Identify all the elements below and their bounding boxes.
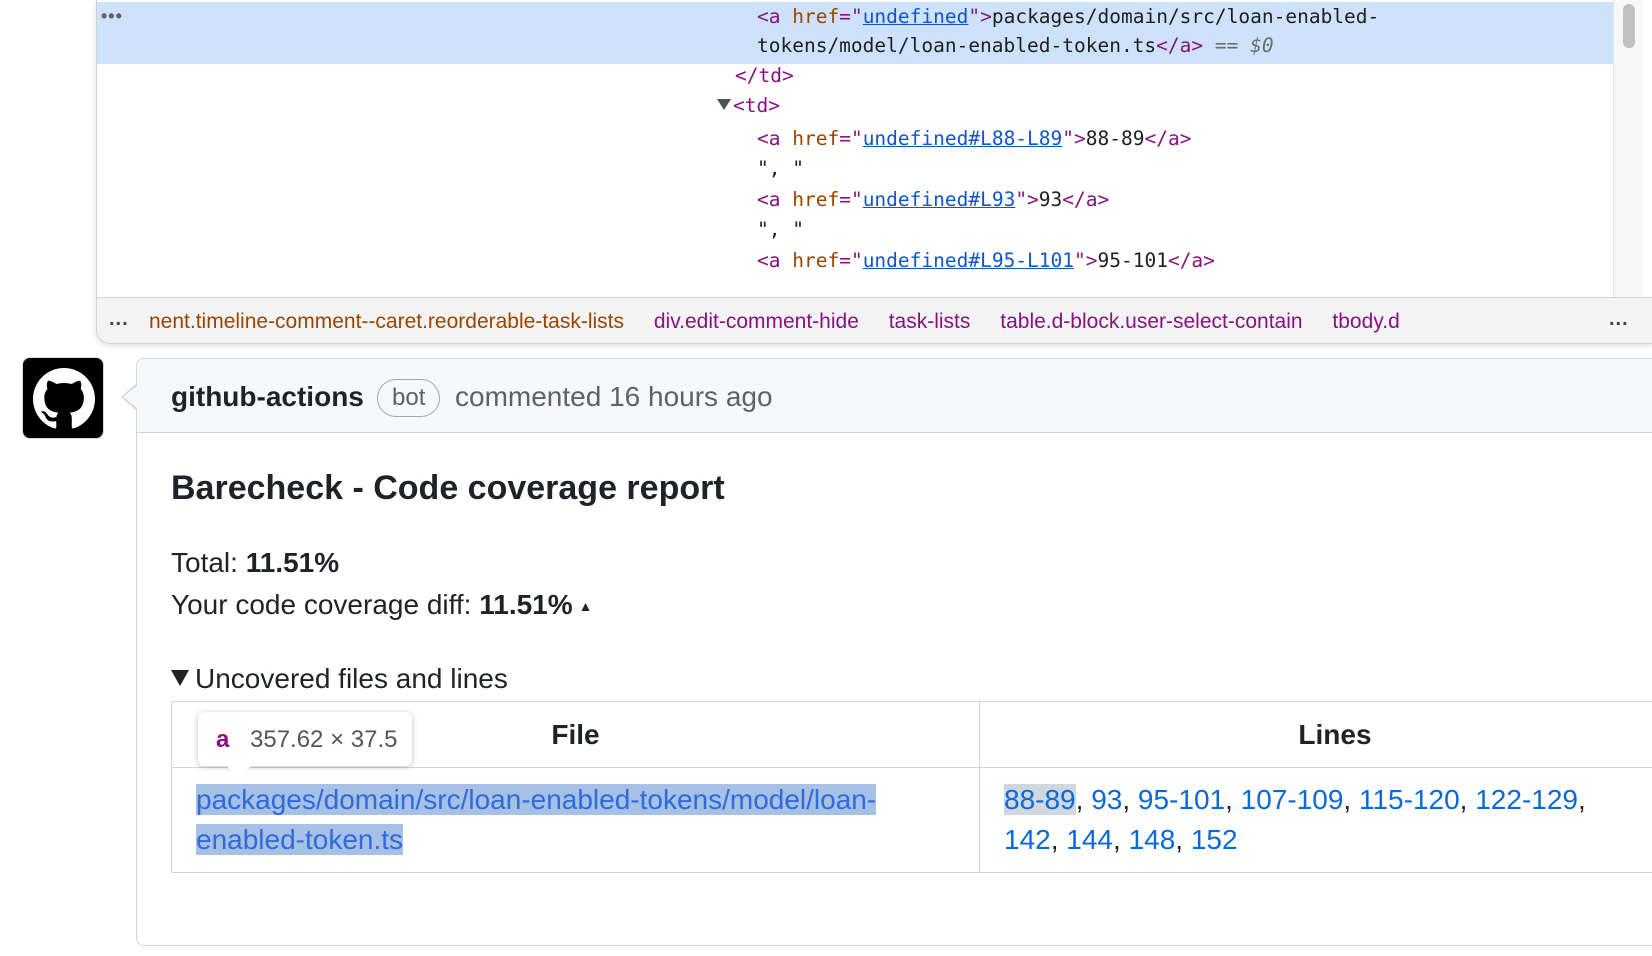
dom-line-td-open[interactable]: <td> — [717, 91, 780, 121]
line-link[interactable]: 152 — [1191, 824, 1238, 855]
line-link[interactable]: 115-120 — [1359, 784, 1460, 815]
dom-tree-scrollbar[interactable] — [1613, 0, 1643, 297]
comment-caret-fill — [123, 385, 138, 409]
comment-header: github-actions bot commented 16 hours ag… — [137, 359, 1652, 433]
dom-line-anchor-open[interactable]: <a href="undefined">packages/domain/src/… — [757, 2, 1379, 32]
devtools-panel: ••• <a href="undefined">packages/domain/… — [96, 0, 1652, 344]
breadcrumb-item[interactable]: div.edit-comment-hide — [654, 310, 859, 333]
file-cell: packages/domain/src/loan-enabled-tokens/… — [171, 767, 980, 873]
breadcrumb-item[interactable]: task-lists — [889, 310, 971, 333]
file-link[interactable]: packages/domain/src/loan-enabled-tokens/… — [196, 784, 877, 855]
dom-line-anchor-close[interactable]: tokens/model/loan-enabled-token.ts</a> =… — [757, 31, 1274, 61]
table-row: packages/domain/src/loan-enabled-tokens/… — [171, 767, 1652, 873]
breadcrumb-scroll-right[interactable]: ... — [1609, 308, 1629, 331]
total-coverage: Total: 11.51% — [171, 547, 340, 578]
dom-line-td-close[interactable]: </td> — [735, 61, 794, 91]
tooltip-tag-name: a — [216, 726, 230, 753]
inspect-element-tooltip: a 357.62 × 37.5 — [198, 712, 412, 778]
line-link[interactable]: 88-89 — [1004, 784, 1076, 815]
line-link[interactable]: 144 — [1066, 824, 1113, 855]
dom-line-anchor-1[interactable]: <a href="undefined#L88-L89">88-89</a> — [757, 124, 1191, 154]
line-link[interactable]: 142 — [1004, 824, 1051, 855]
dom-href-link[interactable]: undefined — [863, 5, 969, 28]
lines-cell: 88-89, 93, 95-101, 107-109, 115-120, 122… — [979, 767, 1652, 873]
comment-timestamp[interactable]: commented 16 hours ago — [455, 381, 773, 413]
dom-line-anchor-3[interactable]: <a href="undefined#L95-L101">95-101</a> — [757, 246, 1215, 276]
uncovered-details-toggle[interactable]: Uncovered files and lines — [171, 663, 508, 695]
line-link[interactable]: 148 — [1129, 824, 1176, 855]
line-link[interactable]: 107-109 — [1241, 784, 1344, 815]
bot-badge: bot — [377, 379, 441, 417]
comment-box: github-actions bot commented 16 hours ag… — [121, 358, 1652, 946]
line-link[interactable]: 95-101 — [1138, 784, 1225, 815]
dom-line-text-2[interactable]: ", " — [757, 215, 804, 245]
line-link[interactable]: 122-129 — [1475, 784, 1578, 815]
report-title: Barecheck - Code coverage report — [171, 469, 725, 507]
breadcrumb-scroll-left[interactable]: ... — [109, 308, 129, 331]
arrow-up-icon: ▲ — [578, 598, 593, 614]
dom-tree[interactable]: ••• <a href="undefined">packages/domain/… — [97, 0, 1613, 297]
github-logo-icon — [33, 368, 95, 429]
disclosure-triangle-icon — [171, 670, 189, 686]
dom-breadcrumbs: ... nent.timeline-comment--caret.reorder… — [97, 297, 1652, 343]
line-link[interactable]: 93 — [1091, 784, 1122, 815]
dom-line-anchor-2[interactable]: <a href="undefined#L93">93</a> — [757, 185, 1109, 215]
tooltip-dimensions: 357.62 × 37.5 — [250, 726, 398, 753]
breadcrumb-item[interactable]: nent.timeline-comment--caret.reorderable… — [149, 310, 624, 333]
table-header-lines: Lines — [979, 701, 1652, 768]
node-actions-icon[interactable]: ••• — [101, 6, 123, 27]
coverage-diff: Your code coverage diff: 11.51% ▲ — [171, 589, 593, 620]
breadcrumb-item[interactable]: table.d-block.user-select-contain — [1000, 310, 1302, 333]
scrollbar-thumb[interactable] — [1623, 4, 1635, 48]
expand-triangle-icon[interactable] — [717, 99, 731, 110]
breadcrumb-item[interactable]: tbody.d — [1332, 310, 1399, 333]
comment-author-link[interactable]: github-actions — [171, 381, 364, 413]
tooltip-arrow — [226, 765, 252, 778]
avatar[interactable] — [22, 357, 104, 439]
dom-line-text-1[interactable]: ", " — [757, 154, 804, 184]
